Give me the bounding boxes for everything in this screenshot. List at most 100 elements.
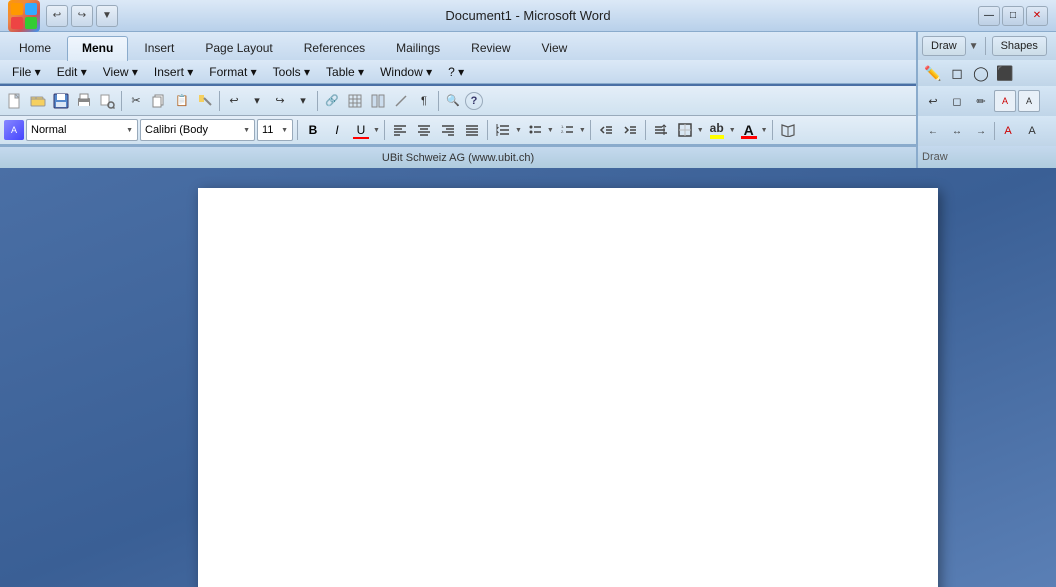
- print-preview-button[interactable]: [96, 90, 118, 112]
- draw-icon-1[interactable]: ✏️: [922, 62, 944, 84]
- help-button[interactable]: ?: [465, 92, 483, 110]
- print-button[interactable]: [73, 90, 95, 112]
- shapes-tab[interactable]: Shapes: [992, 36, 1047, 56]
- undo-dropdown[interactable]: ▾: [246, 90, 268, 112]
- align-left-button[interactable]: [389, 119, 411, 141]
- redo-button[interactable]: ↪: [71, 5, 93, 27]
- font-value: Calibri (Body: [145, 124, 208, 136]
- italic-button[interactable]: I: [326, 119, 348, 141]
- font-color-button[interactable]: A: [738, 119, 760, 141]
- borders-button[interactable]: [674, 119, 696, 141]
- draw-icon-4[interactable]: ⬛: [994, 62, 1016, 84]
- indent-increase-button[interactable]: [619, 119, 641, 141]
- toolbar-row-1: ✂ 📋 ↩ ▾ ↪ ▾ 🔗: [0, 86, 916, 116]
- menu-file[interactable]: File ▾: [4, 63, 49, 81]
- draw-panel-tabs: Draw ▼ Shapes: [916, 32, 1056, 60]
- tab-home[interactable]: Home: [4, 36, 66, 61]
- size-dropdown[interactable]: 11 ▼: [257, 119, 293, 141]
- font-color-icon: A: [744, 122, 754, 138]
- open-button[interactable]: [27, 90, 49, 112]
- redo-button[interactable]: ↪: [269, 90, 291, 112]
- table-button[interactable]: [344, 90, 366, 112]
- draw-icon-2[interactable]: ◻: [946, 62, 968, 84]
- menu-help[interactable]: ? ▾: [440, 63, 472, 81]
- draw-action1[interactable]: ◻: [946, 90, 968, 112]
- drawing-button[interactable]: [390, 90, 412, 112]
- underline-arrow[interactable]: ▼: [373, 127, 380, 134]
- cut-button[interactable]: ✂: [125, 90, 147, 112]
- tab-view[interactable]: View: [527, 36, 583, 61]
- numbering-button[interactable]: 1.2.: [556, 119, 578, 141]
- draw-right-btn2[interactable]: ↔: [946, 120, 968, 142]
- main-tabs: Home Menu Insert Page Layout References …: [0, 32, 916, 60]
- draw-color1[interactable]: A: [994, 90, 1016, 112]
- customize-button[interactable]: ▼: [96, 5, 118, 27]
- font-dropdown[interactable]: Calibri (Body ▼: [140, 119, 255, 141]
- draw-color2[interactable]: A: [1018, 90, 1040, 112]
- tab-references[interactable]: References: [289, 36, 380, 61]
- menu-table[interactable]: Table ▾: [318, 63, 372, 81]
- highlight-arrow[interactable]: ▼: [729, 127, 736, 134]
- style-icon: A: [4, 120, 24, 140]
- draw-icon-3[interactable]: ◯: [970, 62, 992, 84]
- line-spacing-button[interactable]: [492, 119, 514, 141]
- ribbon-tabs: Home Menu Insert Page Layout References …: [0, 32, 916, 60]
- menu-insert[interactable]: Insert ▾: [146, 63, 201, 81]
- style-dropdown[interactable]: Normal ▼: [26, 119, 138, 141]
- menu-window[interactable]: Window ▾: [372, 63, 440, 81]
- tab-menu[interactable]: Menu: [67, 36, 128, 61]
- draw-tab[interactable]: Draw: [922, 36, 966, 56]
- status-bar-main: UBit Schweiz AG (www.ubit.ch): [0, 146, 916, 168]
- sort-button[interactable]: [650, 119, 672, 141]
- tab-page-layout[interactable]: Page Layout: [190, 36, 287, 61]
- draw-right-A2[interactable]: A: [1021, 120, 1043, 142]
- underline-button[interactable]: U: [350, 119, 372, 141]
- reading-view-button[interactable]: [777, 119, 799, 141]
- format-painter-button[interactable]: [194, 90, 216, 112]
- columns-button[interactable]: [367, 90, 389, 112]
- draw-right-A1[interactable]: A: [997, 120, 1019, 142]
- menu-tools[interactable]: Tools ▾: [265, 63, 318, 81]
- bullets-button[interactable]: [524, 119, 546, 141]
- borders-arrow[interactable]: ▼: [697, 127, 704, 134]
- highlight-button[interactable]: ab: [706, 119, 728, 141]
- toolbar-main: ✂ 📋 ↩ ▾ ↪ ▾ 🔗: [0, 86, 916, 116]
- draw-right-btn1[interactable]: ←: [922, 120, 944, 142]
- minimize-button[interactable]: —: [978, 6, 1000, 26]
- bold-button[interactable]: B: [302, 119, 324, 141]
- save-button[interactable]: [50, 90, 72, 112]
- justify-button[interactable]: [461, 119, 483, 141]
- sep1: [121, 91, 122, 111]
- menu-format[interactable]: Format ▾: [201, 63, 264, 81]
- align-center-button[interactable]: [413, 119, 435, 141]
- tab-insert[interactable]: Insert: [129, 36, 189, 61]
- numbering-arrow[interactable]: ▼: [579, 127, 586, 134]
- menu-view[interactable]: View ▾: [95, 63, 146, 81]
- tab-review[interactable]: Review: [456, 36, 525, 61]
- document-page[interactable]: [198, 188, 938, 587]
- font-color-arrow[interactable]: ▼: [761, 127, 768, 134]
- undo-button[interactable]: ↩: [223, 90, 245, 112]
- align-right-button[interactable]: [437, 119, 459, 141]
- paste-button[interactable]: 📋: [171, 90, 193, 112]
- show-formatting-button[interactable]: ¶: [413, 90, 435, 112]
- indent-decrease-button[interactable]: [595, 119, 617, 141]
- document-area: [0, 168, 1056, 587]
- svg-text:2.: 2.: [561, 129, 564, 134]
- undo-button[interactable]: ↩: [46, 5, 68, 27]
- hyperlink-button[interactable]: 🔗: [321, 90, 343, 112]
- status-row-wrapper: UBit Schweiz AG (www.ubit.ch) Draw: [0, 146, 1056, 168]
- menu-edit[interactable]: Edit ▾: [49, 63, 95, 81]
- line-spacing-arrow[interactable]: ▼: [515, 127, 522, 134]
- new-button[interactable]: [4, 90, 26, 112]
- draw-action2[interactable]: ✏: [970, 90, 992, 112]
- maximize-button[interactable]: □: [1002, 6, 1024, 26]
- draw-right-btn3[interactable]: →: [970, 120, 992, 142]
- close-button[interactable]: ✕: [1026, 6, 1048, 26]
- draw-undo[interactable]: ↩: [922, 90, 944, 112]
- redo-dropdown[interactable]: ▾: [292, 90, 314, 112]
- bullets-arrow[interactable]: ▼: [547, 127, 554, 134]
- zoom-button[interactable]: 🔍: [442, 90, 464, 112]
- tab-mailings[interactable]: Mailings: [381, 36, 455, 61]
- copy-button[interactable]: [148, 90, 170, 112]
